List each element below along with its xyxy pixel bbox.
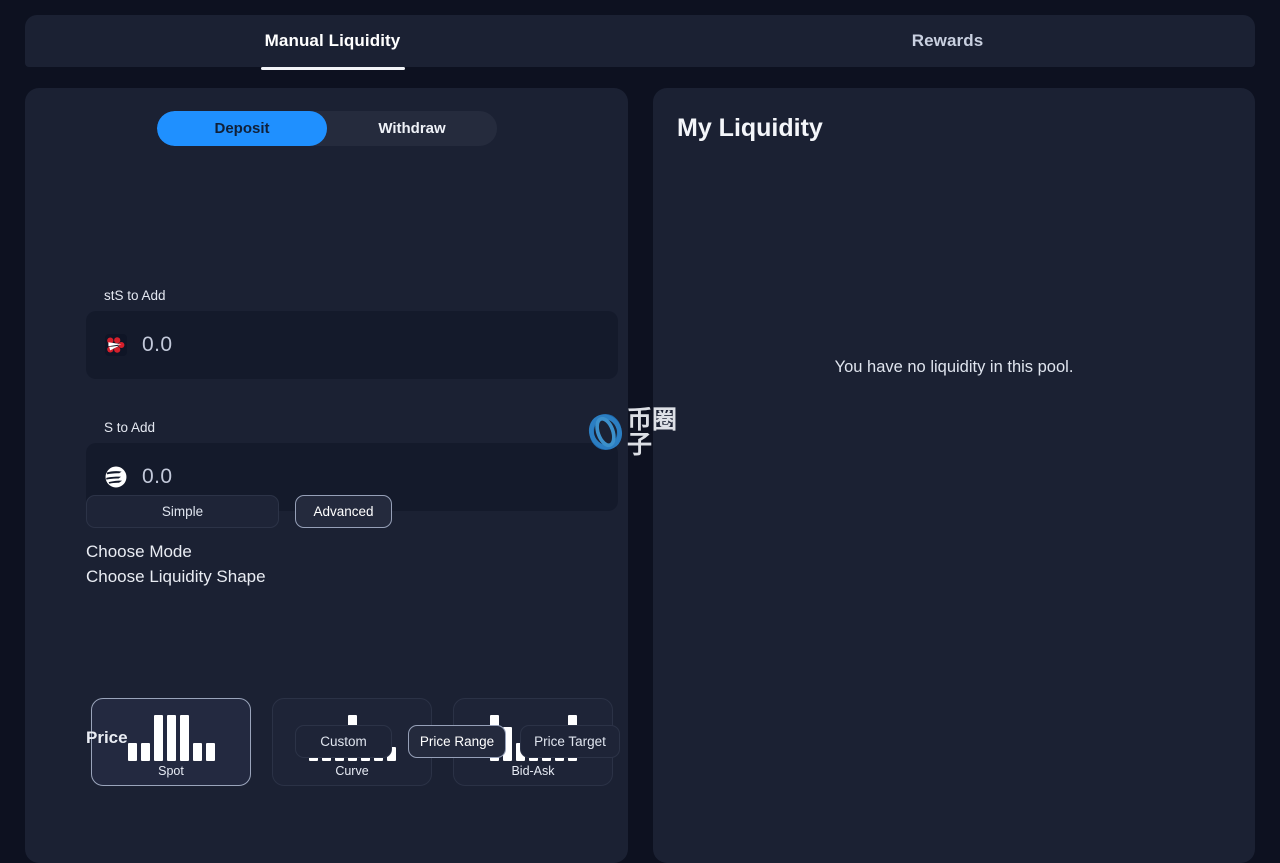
tab-manual-liquidity[interactable]: Manual Liquidity xyxy=(25,15,640,67)
mode-simple-label: Simple xyxy=(162,504,203,519)
deposit-withdraw-switch: Deposit Withdraw xyxy=(157,111,497,146)
s-field-label: S to Add xyxy=(104,420,155,435)
price-range-label: Price Range xyxy=(420,734,494,749)
choose-shape-title: Choose Liquidity Shape xyxy=(86,567,266,587)
s-amount-value: 0.0 xyxy=(142,465,172,489)
price-custom-label: Custom xyxy=(320,734,367,749)
price-target-label: Price Target xyxy=(534,734,606,749)
sts-amount-value: 0.0 xyxy=(142,333,172,357)
liquidity-app: Manual Liquidity Rewards Deposit Withdra… xyxy=(0,0,1280,863)
mode-advanced-label: Advanced xyxy=(313,504,373,519)
top-tab-bar: Manual Liquidity Rewards xyxy=(25,15,1255,67)
price-target-button[interactable]: Price Target xyxy=(520,725,620,758)
shape-spot-bars-icon xyxy=(128,713,215,761)
price-range-button[interactable]: Price Range xyxy=(408,725,506,758)
withdraw-tab-button[interactable]: Withdraw xyxy=(327,111,497,146)
my-liquidity-title: My Liquidity xyxy=(677,114,823,143)
my-liquidity-panel: My Liquidity You have no liquidity in th… xyxy=(653,88,1255,863)
sonic-token-icon xyxy=(104,465,128,489)
choose-mode-title: Choose Mode xyxy=(86,542,192,562)
empty-liquidity-message: You have no liquidity in this pool. xyxy=(653,358,1255,377)
tab-manual-liquidity-label: Manual Liquidity xyxy=(265,31,401,51)
deposit-tab-label: Deposit xyxy=(214,120,269,137)
shape-curve-label: Curve xyxy=(335,765,368,778)
sts-token-icon xyxy=(104,333,128,357)
price-custom-button[interactable]: Custom xyxy=(295,725,392,758)
sts-amount-input[interactable]: 0.0 xyxy=(86,311,618,379)
tab-rewards-label: Rewards xyxy=(912,31,984,51)
price-title: Price xyxy=(86,728,128,748)
mode-simple-button[interactable]: Simple xyxy=(86,495,279,528)
sts-field-label: stS to Add xyxy=(104,288,166,303)
mode-advanced-button[interactable]: Advanced xyxy=(295,495,392,528)
deposit-tab-button[interactable]: Deposit xyxy=(157,111,327,146)
withdraw-tab-label: Withdraw xyxy=(378,120,445,137)
liquidity-form-panel: Deposit Withdraw stS to Add 0.0 xyxy=(25,88,628,863)
shape-bidask-label: Bid-Ask xyxy=(511,765,554,778)
tab-rewards[interactable]: Rewards xyxy=(640,15,1255,67)
shape-spot-label: Spot xyxy=(158,765,184,778)
